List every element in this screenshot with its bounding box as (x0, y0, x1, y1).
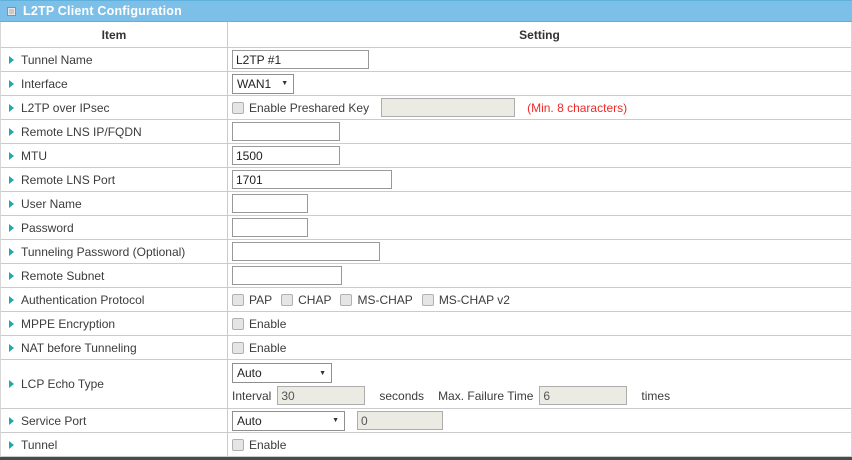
password-label: Password (21, 221, 74, 235)
bullet-icon (9, 380, 14, 388)
remote-subnet-label: Remote Subnet (21, 269, 104, 283)
mppe-enable-label: Enable (249, 317, 286, 331)
enable-preshared-key-label: Enable Preshared Key (249, 101, 369, 115)
enable-preshared-key-checkbox[interactable] (232, 102, 244, 114)
tunneling-password-label: Tunneling Password (Optional) (21, 245, 185, 259)
remote-lns-ip-input[interactable] (232, 122, 340, 141)
configuration-table: Item Setting Tunnel Name Interface WAN1 … (0, 22, 852, 457)
chap-label: CHAP (298, 293, 331, 307)
nat-before-tunneling-label: NAT before Tunneling (21, 341, 137, 355)
mppe-enable-checkbox[interactable] (232, 318, 244, 330)
table-row-authentication-protocol: Authentication Protocol PAP CHAP MS-CHAP (1, 288, 851, 312)
authentication-protocol-label: Authentication Protocol (21, 293, 144, 307)
chevron-down-icon: ▼ (309, 370, 326, 377)
service-port-selected-value: Auto (237, 414, 262, 428)
user-name-input[interactable] (232, 194, 308, 213)
tunneling-password-input[interactable] (232, 242, 380, 261)
pap-checkbox[interactable] (232, 294, 244, 306)
table-row-remote-lns-ip: Remote LNS IP/FQDN (1, 120, 851, 144)
user-name-label: User Name (21, 197, 82, 211)
table-row-mppe-encryption: MPPE Encryption Enable (1, 312, 851, 336)
tunnel-enable-label: Enable (249, 438, 286, 452)
table-row-remote-subnet: Remote Subnet (1, 264, 851, 288)
table-header-row: Item Setting (1, 22, 851, 48)
service-port-select[interactable]: Auto ▼ (232, 411, 345, 431)
preshared-key-input[interactable] (381, 98, 515, 117)
bullet-icon (9, 176, 14, 184)
bullet-icon (9, 80, 14, 88)
tunnel-label: Tunnel (21, 438, 57, 452)
bullet-icon (9, 417, 14, 425)
mtu-input[interactable] (232, 146, 340, 165)
remote-lns-ip-label: Remote LNS IP/FQDN (21, 125, 142, 139)
table-row-tunnel-name: Tunnel Name (1, 48, 851, 72)
preshared-key-hint: (Min. 8 characters) (527, 101, 627, 115)
table-row-tunneling-password: Tunneling Password (Optional) (1, 240, 851, 264)
pap-label: PAP (249, 293, 272, 307)
bullet-icon (9, 320, 14, 328)
table-row-interface: Interface WAN1 ▼ (1, 72, 851, 96)
lcp-echo-type-label: LCP Echo Type (21, 377, 104, 391)
l2tp-over-ipsec-label: L2TP over IPsec (21, 101, 110, 115)
ms-chap-v2-checkbox[interactable] (422, 294, 434, 306)
table-row-remote-lns-port: Remote LNS Port (1, 168, 851, 192)
lcp-max-failure-label: Max. Failure Time (438, 389, 533, 403)
interface-select[interactable]: WAN1 ▼ (232, 74, 294, 94)
bullet-icon (9, 152, 14, 160)
chevron-down-icon: ▼ (322, 417, 339, 424)
section-titlebar: L2TP Client Configuration (0, 0, 852, 22)
table-row-password: Password (1, 216, 851, 240)
bullet-icon (9, 128, 14, 136)
bullet-icon (9, 104, 14, 112)
password-input[interactable] (232, 218, 308, 237)
bullet-icon (9, 296, 14, 304)
setting-column-header: Setting (228, 22, 851, 47)
item-column-header: Item (1, 22, 228, 47)
table-row-mtu: MTU (1, 144, 851, 168)
interface-label: Interface (21, 77, 68, 91)
remote-subnet-input[interactable] (232, 266, 342, 285)
service-port-number-input[interactable] (357, 411, 443, 430)
remote-lns-port-input[interactable] (232, 170, 392, 189)
lcp-interval-input[interactable] (277, 386, 365, 405)
tunnel-name-input[interactable] (232, 50, 369, 69)
table-row-nat-before-tunneling: NAT before Tunneling Enable (1, 336, 851, 360)
nat-enable-checkbox[interactable] (232, 342, 244, 354)
bullet-icon (9, 248, 14, 256)
lcp-failure-unit-label: times (641, 389, 670, 403)
mppe-encryption-label: MPPE Encryption (21, 317, 115, 331)
table-row-user-name: User Name (1, 192, 851, 216)
bullet-icon (9, 224, 14, 232)
collapse-section-icon[interactable] (7, 7, 16, 16)
lcp-interval-label: Interval (232, 389, 271, 403)
bullet-icon (9, 441, 14, 449)
bullet-icon (9, 200, 14, 208)
table-row-lcp-echo-type: LCP Echo Type Auto ▼ Interval seconds Ma… (1, 360, 851, 409)
l2tp-client-configuration-panel: L2TP Client Configuration Item Setting T… (0, 0, 852, 460)
bullet-icon (9, 56, 14, 64)
section-title: L2TP Client Configuration (23, 4, 182, 18)
chevron-down-icon: ▼ (271, 80, 288, 87)
tunnel-enable-checkbox[interactable] (232, 439, 244, 451)
bullet-icon (9, 344, 14, 352)
interface-selected-value: WAN1 (237, 77, 271, 91)
lcp-max-failure-input[interactable] (539, 386, 627, 405)
bullet-icon (9, 272, 14, 280)
lcp-interval-unit-label: seconds (379, 389, 424, 403)
lcp-echo-type-selected-value: Auto (237, 366, 262, 380)
table-row-tunnel: Tunnel Enable (1, 433, 851, 457)
tunnel-name-label: Tunnel Name (21, 53, 93, 67)
ms-chap-checkbox[interactable] (340, 294, 352, 306)
remote-lns-port-label: Remote LNS Port (21, 173, 115, 187)
ms-chap-v2-label: MS-CHAP v2 (439, 293, 510, 307)
mtu-label: MTU (21, 149, 47, 163)
ms-chap-label: MS-CHAP (357, 293, 412, 307)
nat-enable-label: Enable (249, 341, 286, 355)
service-port-label: Service Port (21, 414, 86, 428)
chap-checkbox[interactable] (281, 294, 293, 306)
table-row-service-port: Service Port Auto ▼ (1, 409, 851, 433)
lcp-echo-type-select[interactable]: Auto ▼ (232, 363, 332, 383)
table-row-l2tp-over-ipsec: L2TP over IPsec Enable Preshared Key (Mi… (1, 96, 851, 120)
